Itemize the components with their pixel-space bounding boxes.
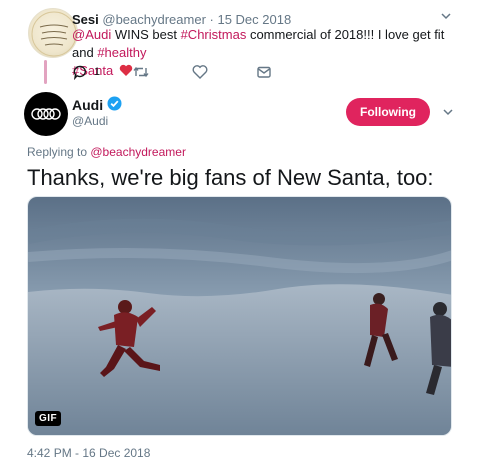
like-icon[interactable] — [192, 64, 208, 80]
following-button[interactable]: Following — [346, 98, 430, 126]
verified-icon — [107, 96, 122, 114]
text-segment: WINS best — [111, 27, 181, 42]
replying-prefix: Replying to — [27, 145, 91, 159]
audi-avatar[interactable] — [24, 92, 68, 136]
author-name-row: Audi — [72, 96, 122, 114]
parent-actions: 1 — [72, 63, 272, 81]
reply-icon[interactable] — [72, 64, 88, 80]
chevron-down-icon[interactable] — [440, 10, 452, 25]
parent-tweet: Sesi @beachydreamer · 15 Dec 2018 @Audi … — [0, 0, 480, 92]
tweet-author: Audi @Audi Following — [24, 92, 464, 136]
retweet-action[interactable] — [132, 63, 150, 81]
parent-avatar[interactable] — [28, 8, 78, 58]
like-action[interactable] — [192, 63, 208, 81]
replying-to: Replying to @beachydreamer — [27, 145, 186, 159]
gif-frame-image — [28, 197, 451, 435]
hashtag-christmas[interactable]: #Christmas — [181, 27, 247, 42]
author-handle[interactable]: @Audi — [72, 114, 108, 128]
tweet-timestamp[interactable]: 4:42 PM - 16 Dec 2018 — [27, 446, 150, 460]
dm-action[interactable] — [256, 63, 272, 81]
retweet-icon[interactable] — [132, 64, 150, 80]
parent-date[interactable]: · 15 Dec 2018 — [210, 12, 292, 27]
audi-rings-logo — [31, 108, 61, 120]
mention-link[interactable]: @Audi — [72, 27, 111, 42]
tweet-media-gif[interactable]: GIF — [27, 196, 452, 436]
hashtag-healthy[interactable]: #healthy — [97, 45, 146, 60]
tweet-text: Thanks, we're big fans of New Santa, too… — [27, 165, 434, 190]
parent-handle[interactable]: @beachydreamer — [102, 12, 206, 27]
reply-action[interactable]: 1 — [72, 63, 100, 81]
thread-line — [44, 60, 47, 84]
reply-count: 1 — [94, 66, 101, 78]
dm-icon[interactable] — [256, 64, 272, 80]
replying-to-link[interactable]: @beachydreamer — [90, 145, 186, 159]
parent-author-name[interactable]: Sesi — [72, 12, 99, 27]
chevron-down-icon[interactable] — [442, 106, 454, 121]
gif-badge: GIF — [35, 411, 62, 426]
author-name[interactable]: Audi — [72, 97, 103, 113]
